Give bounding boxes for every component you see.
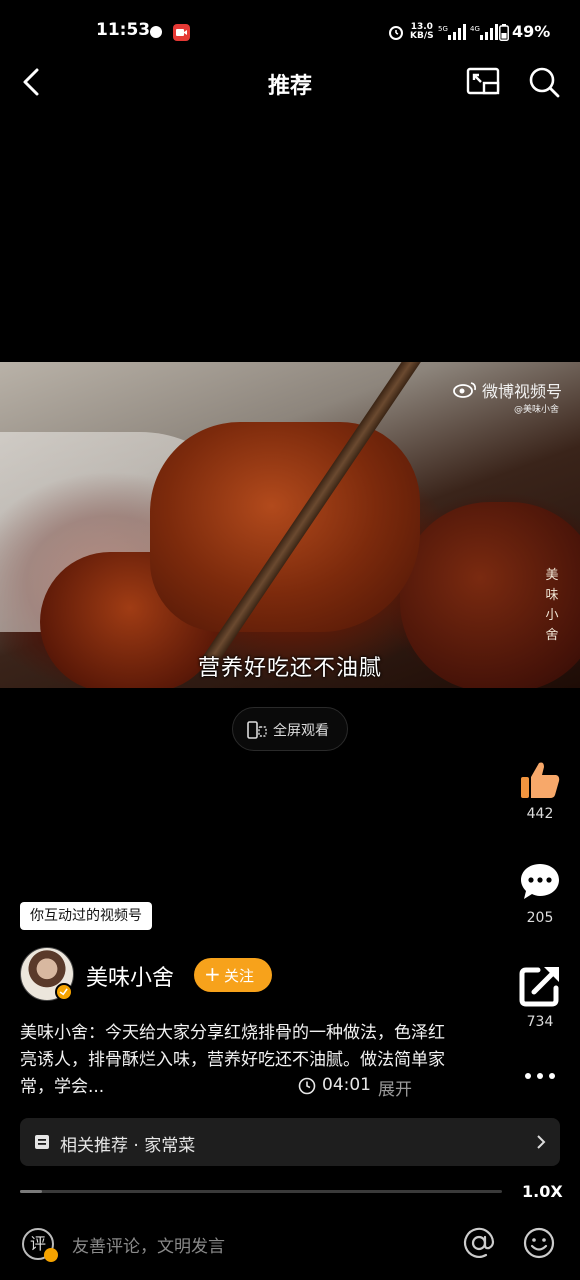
notification-icon xyxy=(150,26,162,38)
mention-icon[interactable] xyxy=(462,1226,496,1260)
related-recommendation[interactable]: 相关推荐 · 家常菜 xyxy=(20,1118,560,1166)
share-count: 734 xyxy=(526,1014,554,1030)
net-speed-unit: KB/S xyxy=(410,31,434,41)
clock-icon xyxy=(298,1077,316,1095)
emoji-icon[interactable] xyxy=(522,1226,556,1260)
progress-fill xyxy=(20,1190,42,1193)
author-name[interactable]: 美味小舍 xyxy=(86,960,174,992)
follow-button[interactable]: + 关注 xyxy=(194,958,272,992)
video-vertical-mark: 美味小舍 xyxy=(545,568,559,643)
like-count: 442 xyxy=(526,806,554,822)
video-player[interactable]: 微博视频号 @美味小舍 美味小舍 营养好吃还不油腻 xyxy=(0,362,580,688)
video-duration: 04:01 xyxy=(322,1075,371,1095)
weibo-logo-icon xyxy=(453,382,476,398)
progress-bar[interactable] xyxy=(20,1190,502,1193)
status-time: 11:53 xyxy=(96,20,151,40)
battery-icon xyxy=(499,24,509,41)
comment-icon[interactable] xyxy=(518,860,562,904)
comment-count: 205 xyxy=(526,910,554,926)
follow-label: 关注 xyxy=(224,967,255,985)
badge-icon xyxy=(44,1248,58,1262)
fullscreen-button[interactable]: 全屏观看 xyxy=(232,707,348,751)
list-icon xyxy=(35,1135,49,1149)
share-icon[interactable] xyxy=(518,964,562,1008)
plus-icon: + xyxy=(204,962,221,986)
video-watermark-handle: @美味小舍 xyxy=(514,405,560,415)
alarm-icon xyxy=(389,26,403,40)
comment-input[interactable] xyxy=(70,1232,444,1262)
net-speed: 13.0 KB/S xyxy=(410,23,434,41)
video-watermark: 微博视频号 xyxy=(482,382,563,401)
food-image xyxy=(150,422,420,632)
interacted-tag: 你互动过的视频号 xyxy=(20,902,152,930)
pip-icon[interactable] xyxy=(465,64,501,100)
related-label: 相关推荐 · 家常菜 xyxy=(60,1136,196,1156)
like-icon[interactable] xyxy=(518,758,562,802)
svg-text:5G: 5G xyxy=(438,25,448,33)
chevron-right-icon xyxy=(537,1135,546,1149)
signal-5g-icon: 5G xyxy=(438,24,466,40)
search-icon[interactable] xyxy=(526,64,562,100)
signal-4g-icon: 4G xyxy=(470,24,498,40)
more-options-icon[interactable] xyxy=(520,1066,560,1086)
fullscreen-label: 全屏观看 xyxy=(273,723,329,739)
fullscreen-icon xyxy=(247,721,267,739)
record-icon xyxy=(173,24,190,41)
verified-badge-icon xyxy=(55,983,73,1001)
expand-link[interactable]: 展开 xyxy=(378,1075,412,1100)
playback-speed[interactable]: 1.0X xyxy=(522,1182,563,1201)
video-subtitle: 营养好吃还不油腻 xyxy=(197,656,382,681)
svg-text:4G: 4G xyxy=(470,25,480,33)
battery-level: 49% xyxy=(512,22,551,41)
status-bar: 11:53 13.0 KB/S 5G 4G 49% xyxy=(0,0,580,66)
